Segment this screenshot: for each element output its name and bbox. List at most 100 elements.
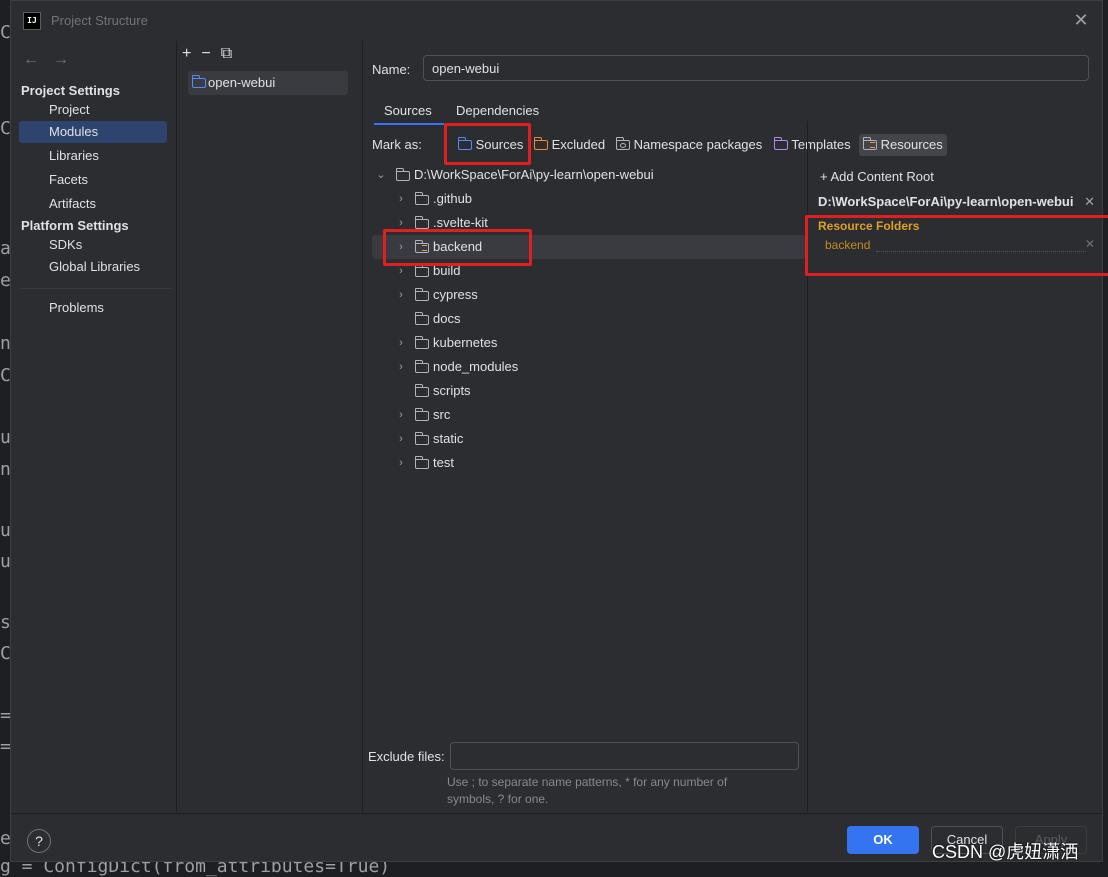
tree-row[interactable]: › test	[372, 451, 805, 475]
folder-icon	[414, 336, 429, 349]
name-label: Name:	[372, 62, 411, 77]
history-navigation: ← →	[23, 51, 83, 69]
nav-item-modules[interactable]: Modules	[19, 121, 167, 143]
folder-icon	[395, 168, 410, 181]
nav-item-sdks[interactable]: SDKs	[19, 234, 167, 256]
dialog-titlebar: IJ Project Structure ✕	[11, 1, 1102, 41]
arrow-left-icon[interactable]: ←	[23, 51, 39, 68]
remove-resource-folder-icon[interactable]: ✕	[1085, 237, 1095, 251]
tree-row-label: scripts	[433, 383, 471, 398]
content-root-tree: ⌄ D:\WorkSpace\ForAi\py-learn\open-webui…	[362, 161, 807, 591]
nav-item-artifacts[interactable]: Artifacts	[19, 193, 167, 215]
tree-row[interactable]: › .github	[372, 187, 805, 211]
tree-row[interactable]: › build	[372, 259, 805, 283]
chevron-right-icon[interactable]: ›	[396, 235, 406, 259]
sources-folder-icon	[457, 137, 472, 150]
intellij-app-icon: IJ	[23, 12, 41, 30]
tree-row[interactable]: › node_modules	[372, 355, 805, 379]
mark-excluded-label: Excluded	[551, 137, 606, 152]
templates-folder-icon	[773, 137, 788, 150]
dialog-title: Project Structure	[51, 13, 148, 28]
exclude-files-input[interactable]	[450, 742, 799, 770]
tree-row[interactable]: › .svelte-kit	[372, 211, 805, 235]
module-item-label: open-webui	[208, 75, 276, 90]
tree-row[interactable]: scripts	[372, 379, 805, 403]
chevron-right-icon[interactable]: ›	[396, 259, 406, 283]
tree-row-label: static	[433, 431, 464, 446]
resource-folder-item[interactable]: backend	[825, 238, 870, 252]
plus-icon: +	[820, 169, 828, 184]
active-tab-indicator	[374, 123, 444, 125]
modules-toolbar: + − ⧉	[182, 45, 242, 63]
tab-sources[interactable]: Sources	[384, 103, 432, 118]
ok-button[interactable]: OK	[847, 826, 919, 854]
nav-item-facets[interactable]: Facets	[19, 169, 167, 191]
mark-namespace-label: Namespace packages	[633, 137, 763, 152]
csdn-watermark: CSDN @虎妞潇洒	[932, 842, 1079, 862]
tree-row[interactable]: docs	[372, 307, 805, 331]
mark-excluded-button[interactable]: Excluded	[530, 134, 609, 156]
tree-root-row[interactable]: ⌄ D:\WorkSpace\ForAi\py-learn\open-webui	[372, 163, 805, 187]
chevron-right-icon[interactable]: ›	[396, 283, 406, 307]
tree-row-label: build	[433, 263, 461, 278]
help-button[interactable]: ?	[27, 829, 51, 853]
tree-row[interactable]: › static	[372, 427, 805, 451]
module-folder-icon	[191, 75, 206, 88]
tab-dependencies[interactable]: Dependencies	[456, 103, 539, 118]
resource-folder-leader	[876, 251, 1086, 252]
tree-row-label: docs	[433, 311, 461, 326]
folder-icon	[414, 384, 429, 397]
folder-icon	[414, 408, 429, 421]
module-name-input[interactable]	[423, 55, 1089, 81]
folder-icon	[414, 360, 429, 373]
chevron-right-icon[interactable]: ›	[396, 211, 406, 235]
project-structure-dialog: IJ Project Structure ✕ ← → Project Settin…	[10, 0, 1108, 862]
tree-row-label: kubernetes	[433, 335, 498, 350]
add-content-root-label: Add Content Root	[830, 169, 934, 184]
mark-namespace-button[interactable]: Namespace packages	[612, 134, 766, 156]
resource-folder-icon	[414, 240, 429, 253]
chevron-right-icon[interactable]: ›	[396, 403, 406, 427]
tree-row[interactable]: › cypress	[372, 283, 805, 307]
chevron-right-icon[interactable]: ›	[396, 427, 406, 451]
folder-icon	[414, 312, 429, 325]
project-settings-header: Project Settings	[21, 83, 120, 98]
add-content-root-button[interactable]: + Add Content Root	[820, 169, 934, 184]
chevron-right-icon[interactable]: ›	[396, 331, 406, 355]
folder-icon	[414, 216, 429, 229]
chevron-right-icon[interactable]: ›	[396, 187, 406, 211]
folder-icon	[414, 456, 429, 469]
namespace-folder-icon	[615, 137, 630, 150]
mark-sources-label: Sources	[475, 137, 524, 152]
arrow-right-icon[interactable]: →	[53, 51, 69, 68]
platform-settings-header: Platform Settings	[21, 218, 129, 233]
module-item-open-webui[interactable]: open-webui	[188, 71, 348, 95]
tree-row-label: backend	[433, 239, 483, 254]
chevron-down-icon[interactable]: ⌄	[376, 163, 386, 187]
tree-row[interactable]: › src	[372, 403, 805, 427]
nav-item-problems[interactable]: Problems	[19, 297, 167, 319]
settings-sidebar: ← → Project Settings Project Modules Libr…	[11, 41, 177, 813]
excluded-folder-icon	[533, 137, 548, 150]
tree-row-label: src	[433, 407, 451, 422]
mark-sources-button[interactable]: Sources	[454, 134, 527, 156]
tree-row-label: .github	[433, 191, 473, 206]
tree-row-selected[interactable]: › backend	[372, 235, 805, 259]
folder-icon	[414, 192, 429, 205]
nav-item-libraries[interactable]: Libraries	[19, 145, 167, 167]
chevron-right-icon[interactable]: ›	[396, 355, 406, 379]
add-icon[interactable]: +	[182, 45, 191, 62]
content-root-panel: + Add Content Root D:\WorkSpace\ForAi\py…	[808, 121, 1103, 813]
remove-content-root-icon[interactable]: ✕	[1084, 194, 1095, 210]
nav-item-global-libraries[interactable]: Global Libraries	[19, 256, 167, 278]
exclude-files-label: Exclude files:	[368, 749, 445, 764]
nav-item-project[interactable]: Project	[19, 99, 167, 121]
tree-row-label: test	[433, 455, 454, 470]
remove-icon[interactable]: −	[201, 45, 210, 62]
close-icon[interactable]: ✕	[1072, 11, 1090, 29]
tree-row-label: node_modules	[433, 359, 519, 374]
copy-icon[interactable]: ⧉	[221, 45, 232, 62]
chevron-right-icon[interactable]: ›	[396, 451, 406, 475]
tree-row[interactable]: › kubernetes	[372, 331, 805, 355]
modules-panel: + − ⧉ open-webui	[176, 41, 363, 813]
